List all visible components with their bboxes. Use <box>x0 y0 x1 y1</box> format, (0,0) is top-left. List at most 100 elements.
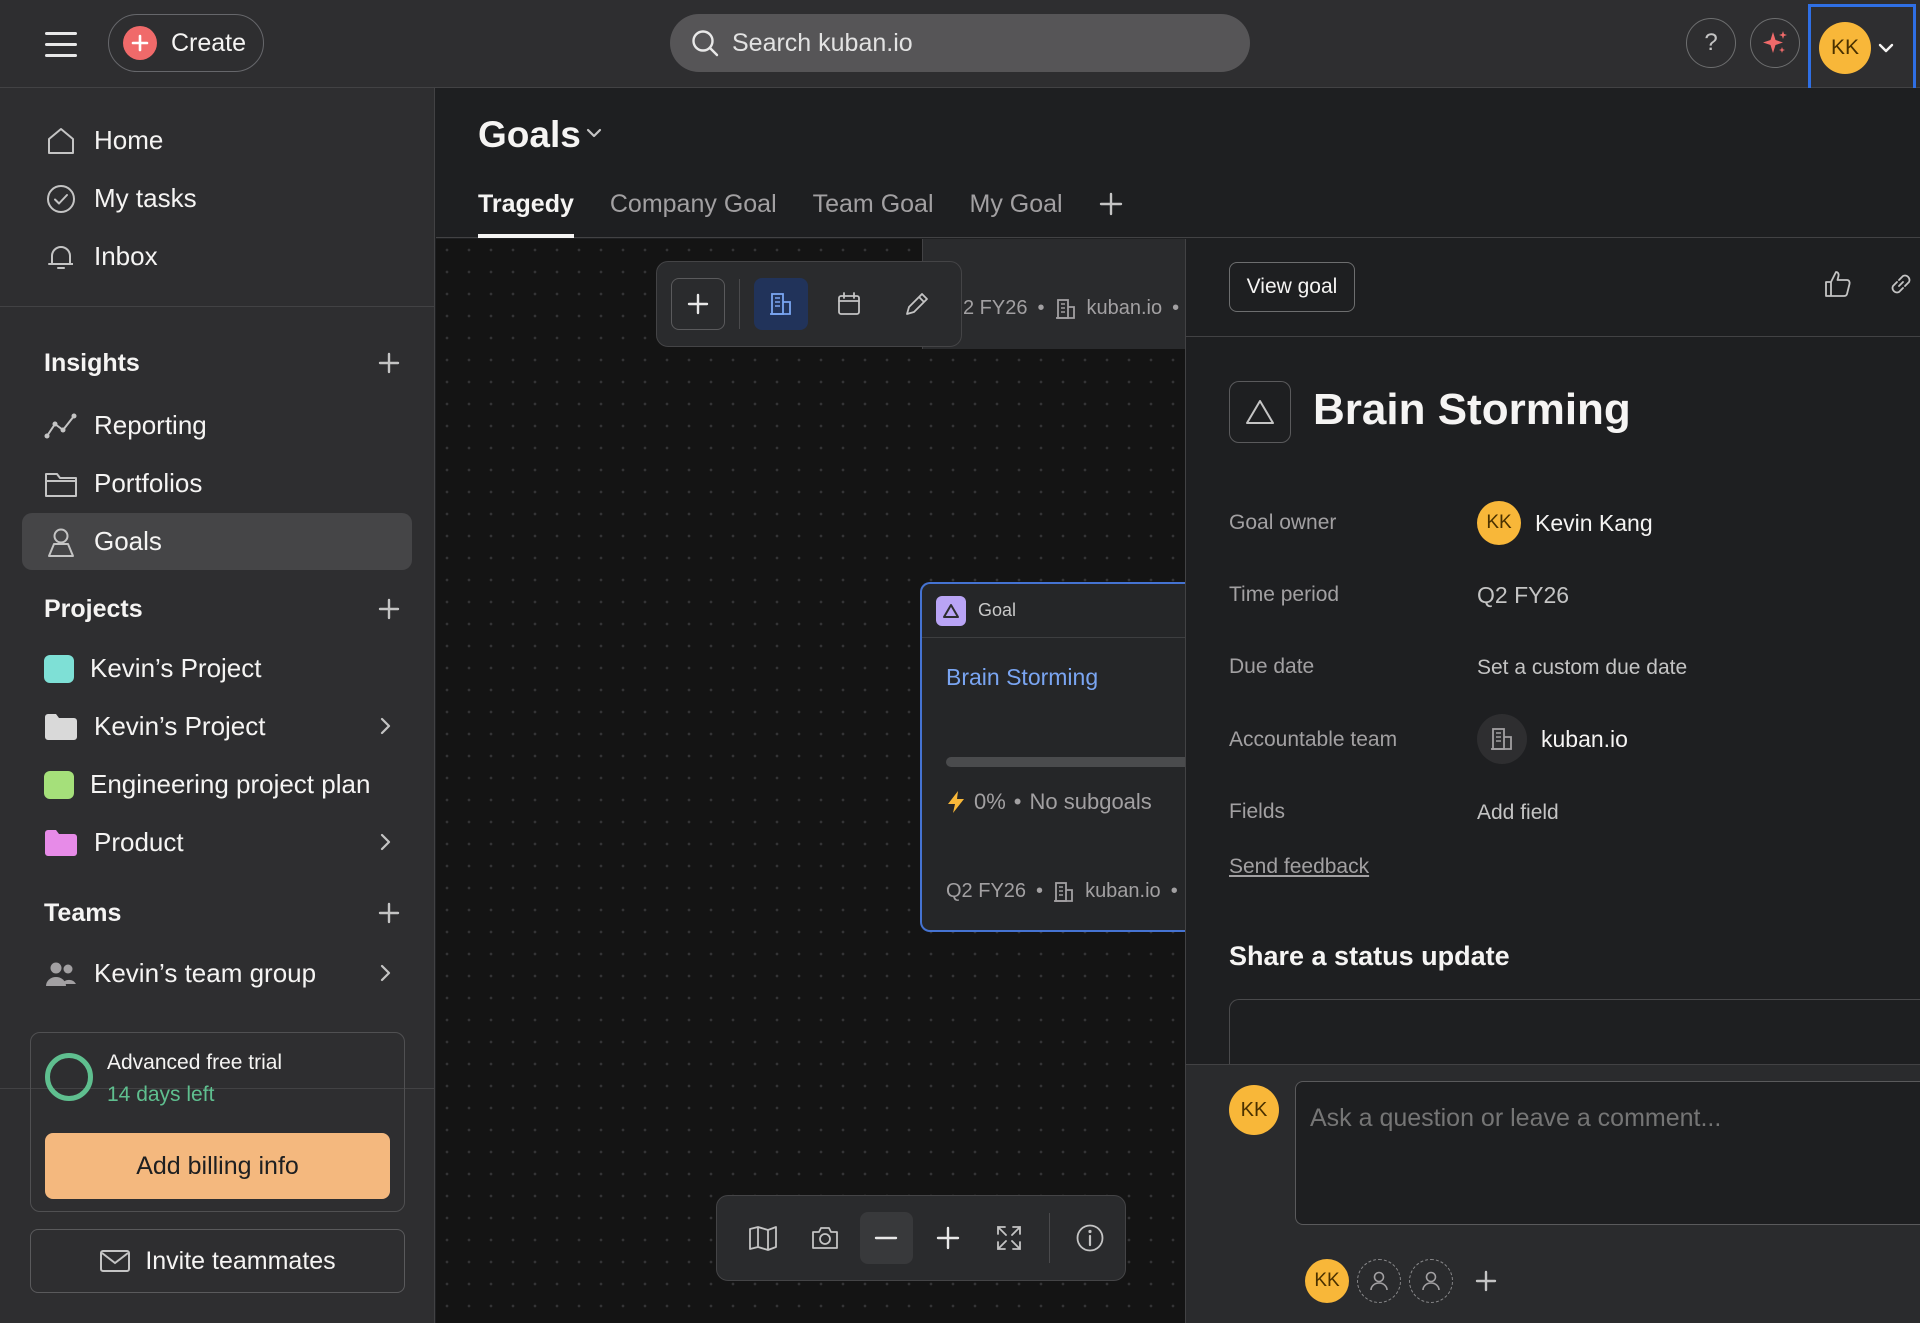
building-icon <box>1053 881 1075 903</box>
account-menu[interactable]: KK <box>1808 4 1916 92</box>
sidebar-item-project[interactable]: Engineering project plan <box>22 756 412 813</box>
invite-teammates-button[interactable]: Invite teammates <box>30 1229 405 1293</box>
chevron-right-icon[interactable] <box>378 716 392 736</box>
title-chevron-down-icon[interactable] <box>584 126 604 140</box>
info-button[interactable] <box>1064 1212 1117 1264</box>
add-billing-info-button[interactable]: Add billing info <box>45 1133 390 1199</box>
goal-details-panel: View goal Brain Storming Goal owner KK K… <box>1185 239 1920 1323</box>
calendar-view-button[interactable] <box>822 278 876 330</box>
sidebar-item-portfolios[interactable]: Portfolios <box>22 455 412 512</box>
invite-label: Invite teammates <box>145 1246 336 1275</box>
fields-label: Fields <box>1229 800 1286 823</box>
sidebar-item-label: Goals <box>94 526 162 556</box>
sidebar-item-team[interactable]: Kevin’s team group <box>22 945 412 1002</box>
collaborator-avatar[interactable]: KK <box>1305 1259 1349 1303</box>
sidebar-item-project[interactable]: Kevin’s Project <box>22 640 412 697</box>
menu-icon[interactable] <box>40 24 82 64</box>
search-icon <box>690 28 720 58</box>
sidebar-item-home[interactable]: Home <box>22 112 412 169</box>
send-feedback-link[interactable]: Send feedback <box>1229 855 1369 879</box>
add-field-button[interactable]: Add field <box>1477 801 1559 825</box>
sidebar-item-project-folder[interactable]: Kevin’s Project <box>22 698 412 755</box>
separator-dot: • <box>1013 789 1022 814</box>
add-goal-button[interactable] <box>671 278 725 330</box>
map-icon <box>749 1226 778 1251</box>
fit-screen-button[interactable] <box>983 1212 1036 1264</box>
goal-card-title[interactable]: Brain Storming <box>946 664 1098 691</box>
due-date-label: Due date <box>1229 655 1315 678</box>
goal-card-meta: Q2 FY26 • kuban.io • <box>946 880 1178 903</box>
bell-icon <box>44 240 78 274</box>
background-card-meta: 2 FY26 • kuban.io • <box>963 297 1179 320</box>
tab-tragedy[interactable]: Tragedy <box>478 188 574 238</box>
folder-icon <box>44 829 78 857</box>
goal-tabs: Tragedy Company Goal Team Goal My Goal <box>478 188 1129 238</box>
comment-input[interactable] <box>1295 1081 1920 1225</box>
lightning-icon <box>946 790 966 814</box>
sparkle-icon <box>1763 31 1787 53</box>
goal-triangle-icon <box>936 595 966 626</box>
ai-sparkle-button[interactable] <box>1750 18 1800 68</box>
help-button[interactable]: ? <box>1686 18 1736 68</box>
link-icon[interactable] <box>1886 269 1916 299</box>
add-tab-plus-icon[interactable] <box>1099 188 1129 220</box>
due-date-value[interactable]: Set a custom due date <box>1477 656 1687 680</box>
check-circle-icon <box>44 182 78 216</box>
tab-team-goal[interactable]: Team Goal <box>813 188 934 238</box>
goal-title[interactable]: Brain Storming <box>1313 385 1631 435</box>
chevron-right-icon[interactable] <box>378 963 392 983</box>
sidebar-item-label: Kevin’s team group <box>94 958 317 988</box>
chevron-right-icon[interactable] <box>378 832 392 852</box>
pen-icon <box>906 293 928 315</box>
sidebar-item-label: Product <box>94 827 184 857</box>
tab-my-goal[interactable]: My Goal <box>970 188 1063 238</box>
camera-icon <box>811 1227 838 1249</box>
accountable-team-value[interactable]: kuban.io <box>1477 714 1628 764</box>
thumbs-up-icon[interactable] <box>1822 269 1852 299</box>
view-goal-button[interactable]: View goal <box>1229 262 1355 312</box>
building-icon <box>1055 298 1077 320</box>
zoom-out-button[interactable] <box>860 1212 913 1264</box>
trial-progress-ring <box>45 1053 93 1101</box>
chart-line-icon <box>44 409 78 443</box>
pen-tool-button[interactable] <box>890 278 944 330</box>
add-team-plus-icon[interactable] <box>374 898 404 928</box>
project-color-swatch <box>44 770 74 799</box>
commenter-avatar: KK <box>1229 1085 1279 1135</box>
create-button[interactable]: Create <box>108 14 264 72</box>
org-view-button[interactable] <box>754 278 808 330</box>
sidebar-item-label: Engineering project plan <box>90 769 371 799</box>
tab-company-goal[interactable]: Company Goal <box>610 188 777 238</box>
add-insight-plus-icon[interactable] <box>374 348 404 378</box>
goal-card[interactable]: Goal Brain Storming 0% • No subgoals Q2 … <box>920 582 1185 932</box>
sidebar-item-my-tasks[interactable]: My tasks <box>22 170 412 227</box>
chevron-down-icon <box>1877 39 1895 57</box>
team-text: kuban.io <box>1086 297 1163 319</box>
goal-type-label: Goal <box>978 600 1017 620</box>
info-icon <box>1076 1224 1104 1252</box>
add-collaborator-person-icon[interactable] <box>1409 1259 1453 1303</box>
plus-icon <box>123 26 157 60</box>
search-bar[interactable]: Search kuban.io <box>670 14 1250 72</box>
building-icon <box>1477 714 1527 764</box>
sidebar-item-project-folder[interactable]: Product <box>22 814 412 871</box>
zoom-in-button[interactable] <box>922 1212 975 1264</box>
goal-owner-value[interactable]: KK Kevin Kang <box>1477 501 1653 545</box>
sidebar-item-reporting[interactable]: Reporting <box>22 397 412 454</box>
add-project-plus-icon[interactable] <box>374 594 404 624</box>
teams-title: Teams <box>44 898 122 927</box>
folder-icon <box>44 467 78 501</box>
insights-header: Insights <box>44 343 404 383</box>
goal-canvas[interactable]: 2 FY26 • kuban.io • Goal Brain Storming … <box>436 239 1185 1323</box>
sidebar-item-goals[interactable]: Goals <box>22 513 412 570</box>
time-period-value[interactable]: Q2 FY26 <box>1477 582 1569 609</box>
goals-header: Goals Tragedy Company Goal Team Goal My … <box>436 88 1920 238</box>
sidebar-item-inbox[interactable]: Inbox <box>22 228 412 285</box>
map-button[interactable] <box>737 1212 790 1264</box>
search-placeholder: Search kuban.io <box>732 28 913 57</box>
add-collaborator-plus-icon[interactable] <box>1475 1270 1497 1292</box>
add-collaborator-person-icon[interactable] <box>1357 1259 1401 1303</box>
goal-person-icon <box>44 525 78 559</box>
screenshot-button[interactable] <box>799 1212 852 1264</box>
team-name: kuban.io <box>1541 725 1628 752</box>
